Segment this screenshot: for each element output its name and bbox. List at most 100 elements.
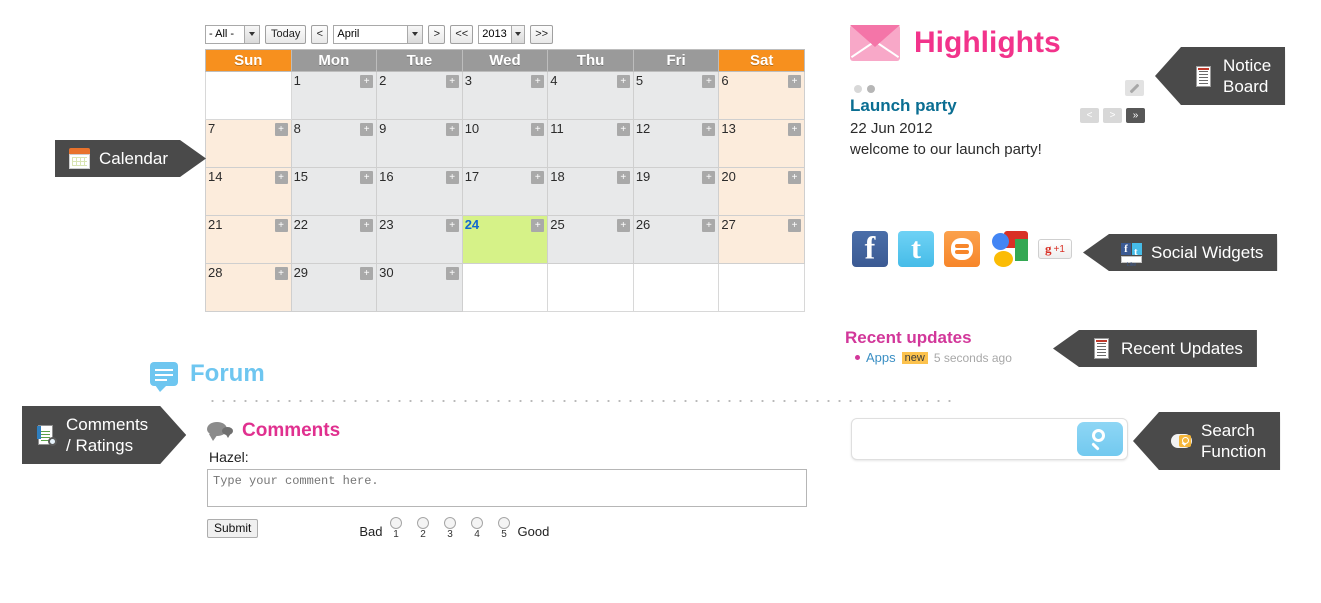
highlights-title: Highlights (914, 26, 1061, 59)
calendar-today-button[interactable]: Today (265, 24, 307, 44)
calendar-day-cell[interactable]: 16 + (376, 167, 463, 216)
calendar-day-cell[interactable]: 8 + (290, 119, 378, 168)
comment-input[interactable] (207, 469, 807, 507)
calendar-prev-month-button[interactable]: < (311, 24, 329, 44)
calendar-add-event-button[interactable]: + (616, 123, 630, 136)
calendar-add-event-button[interactable]: + (274, 123, 288, 136)
calendar-add-event-button[interactable]: + (788, 171, 801, 184)
calendar-add-event-button[interactable]: + (531, 123, 545, 136)
calendar-add-event-button[interactable]: + (274, 171, 288, 184)
calendar-day-cell[interactable]: 22 + (290, 215, 378, 264)
search-input[interactable] (856, 423, 1077, 455)
radio-icon[interactable] (471, 517, 483, 529)
calendar-add-event-button[interactable]: + (445, 219, 459, 232)
calendar-add-event-button[interactable]: + (616, 75, 630, 88)
calendar-day-cell[interactable]: 5 + (632, 71, 720, 120)
google-plus-one-button[interactable]: g +1 (1038, 239, 1072, 259)
calendar-add-event-button[interactable]: + (616, 219, 630, 232)
blogger-icon[interactable] (944, 231, 980, 267)
calendar-add-event-button[interactable]: + (702, 219, 716, 232)
radio-icon[interactable] (498, 517, 510, 529)
calendar-add-event-button[interactable]: + (531, 219, 545, 232)
calendar-day-cell[interactable]: 24 + (461, 215, 549, 264)
calendar-next-month-button[interactable]: > (428, 24, 446, 44)
calendar-day-cell[interactable]: 29 + (290, 263, 378, 312)
calendar-add-event-button[interactable]: + (360, 123, 374, 136)
calendar-add-event-button[interactable]: + (445, 75, 459, 88)
calendar-day-cell[interactable]: 11 + (547, 119, 634, 168)
radio-icon[interactable] (417, 517, 429, 529)
highlights-next-button[interactable]: > (1103, 108, 1122, 123)
calendar-day-cell[interactable]: 19 + (632, 167, 720, 216)
calendar-day-cell[interactable]: 7 + (205, 119, 292, 168)
calendar-day-cell[interactable]: 18 + (547, 167, 634, 216)
recent-update-name[interactable]: Apps (866, 350, 896, 365)
calendar-add-event-button[interactable]: + (360, 171, 374, 184)
highlights-prev-button[interactable]: < (1080, 108, 1099, 123)
calendar-add-event-button[interactable]: + (445, 267, 459, 280)
calendar-prev-year-button[interactable]: << (450, 24, 474, 44)
calendar-add-event-button[interactable]: + (788, 123, 801, 136)
rating-option-5[interactable]: 5 (491, 517, 518, 540)
calendar-day-cell[interactable]: 6 + (718, 71, 805, 120)
highlights-edit-button[interactable] (1125, 80, 1144, 96)
calendar-day-cell[interactable]: 25 + (547, 215, 634, 264)
calendar-day-cell[interactable]: 3 + (461, 71, 549, 120)
facebook-icon[interactable] (852, 231, 888, 267)
submit-button[interactable]: Submit (207, 519, 259, 538)
calendar-day-cell[interactable]: 23 + (376, 215, 463, 264)
radio-icon[interactable] (444, 517, 456, 529)
calendar-add-event-button[interactable]: + (788, 75, 801, 88)
rating-option-4[interactable]: 4 (464, 517, 491, 540)
calendar-add-event-button[interactable]: + (531, 171, 545, 184)
calendar-week-row: 28 +29 +30 + (205, 263, 805, 312)
calendar-day-cell[interactable]: 30 + (376, 263, 463, 312)
google-icon[interactable] (990, 231, 1028, 267)
highlight-item-description: welcome to our launch party! (850, 141, 1042, 158)
calendar-day-cell[interactable]: 13 + (718, 119, 805, 168)
twitter-icon[interactable] (898, 231, 934, 267)
calendar-add-event-button[interactable]: + (531, 75, 545, 88)
calendar-day-cell[interactable]: 9 + (376, 119, 463, 168)
calendar-month-select[interactable]: April (333, 24, 424, 44)
calendar-add-event-button[interactable]: + (274, 267, 288, 280)
calendar-day-cell[interactable]: 10 + (461, 119, 549, 168)
calendar-next-year-button[interactable]: >> (530, 24, 554, 44)
calendar-year-select[interactable]: 2013 (478, 24, 526, 44)
comments-block: Comments Hazel: Submit Bad 1 2 3 4 5 Good (207, 420, 807, 540)
calendar-add-event-button[interactable]: + (445, 123, 459, 136)
calendar-day-cell[interactable]: 21 + (205, 215, 292, 264)
calendar-add-event-button[interactable]: + (788, 219, 801, 232)
calendar-add-event-button[interactable]: + (702, 171, 716, 184)
calendar-scope-select[interactable]: - All - (205, 24, 260, 44)
calendar-add-event-button[interactable]: + (702, 75, 716, 88)
calendar-empty-cell (632, 263, 720, 312)
calendar-add-event-button[interactable]: + (616, 171, 630, 184)
calendar-add-event-button[interactable]: + (274, 219, 288, 232)
calendar-add-event-button[interactable]: + (445, 171, 459, 184)
rating-option-2[interactable]: 2 (410, 517, 437, 540)
highlights-dot[interactable] (854, 85, 862, 93)
calendar-day-cell[interactable]: 26 + (632, 215, 720, 264)
calendar-day-cell[interactable]: 20 + (718, 167, 805, 216)
calendar-day-cell[interactable]: 27 + (718, 215, 805, 264)
highlights-last-button[interactable]: » (1126, 108, 1145, 123)
calendar-add-event-button[interactable]: + (360, 219, 374, 232)
calendar-day-cell[interactable]: 28 + (205, 263, 292, 312)
rating-option-3[interactable]: 3 (437, 517, 464, 540)
calendar-day-cell[interactable]: 4 + (547, 71, 634, 120)
calendar-day-cell[interactable]: 17 + (461, 167, 549, 216)
search-button[interactable] (1077, 422, 1123, 456)
calendar-add-event-button[interactable]: + (360, 267, 374, 280)
calendar-day-cell[interactable]: 15 + (290, 167, 378, 216)
calendar-day-cell[interactable]: 14 + (205, 167, 292, 216)
calendar-day-cell[interactable]: 12 + (632, 119, 720, 168)
calendar-add-event-button[interactable]: + (702, 123, 716, 136)
highlights-dot[interactable] (867, 85, 875, 93)
radio-icon[interactable] (390, 517, 402, 529)
calendar-add-event-button[interactable]: + (360, 75, 374, 88)
calendar-week-row: 21 +22 +23 +24 +25 +26 +27 + (205, 215, 805, 264)
rating-option-1[interactable]: 1 (383, 517, 410, 540)
calendar-day-cell[interactable]: 1 + (290, 71, 378, 120)
calendar-day-cell[interactable]: 2 + (376, 71, 463, 120)
